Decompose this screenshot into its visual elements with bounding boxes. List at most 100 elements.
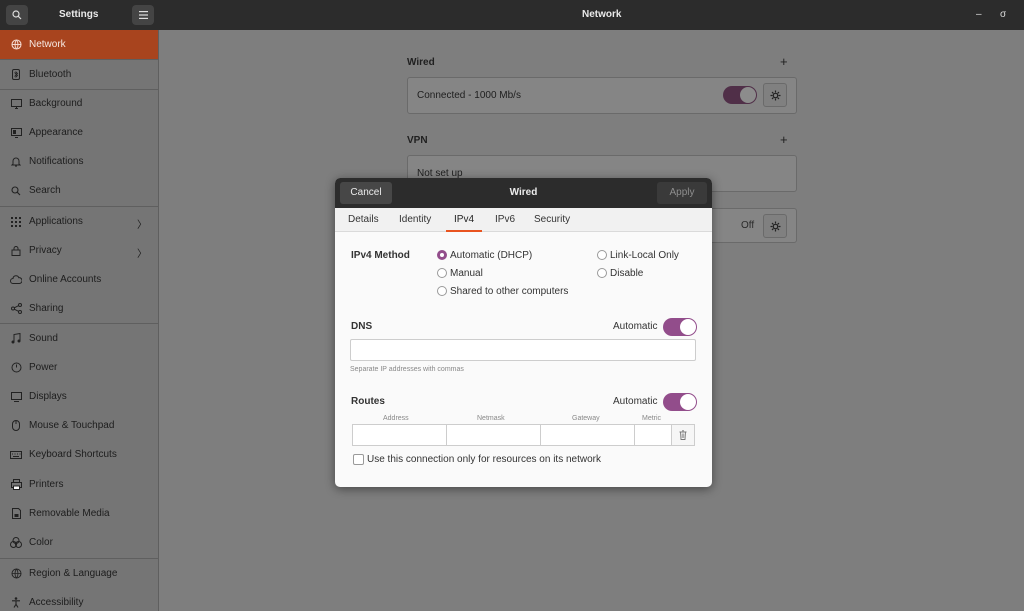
accessibility-icon bbox=[10, 597, 22, 609]
route-address-input[interactable] bbox=[352, 424, 447, 446]
tab-security[interactable]: Security bbox=[534, 208, 570, 232]
tab-ipv4[interactable]: IPv4 bbox=[446, 208, 483, 232]
sidebar-item-label: Sound bbox=[29, 333, 58, 344]
sidebar-item-online-accounts[interactable]: Online Accounts bbox=[0, 265, 158, 294]
cancel-button[interactable]: Cancel bbox=[340, 182, 392, 204]
sidebar-item-label: Sharing bbox=[29, 303, 64, 314]
sidebar-item-mouse-touchpad[interactable]: Mouse & Touchpad bbox=[0, 411, 158, 440]
tab-ipv6[interactable]: IPv6 bbox=[495, 208, 515, 232]
search-icon bbox=[12, 10, 22, 20]
gear-icon bbox=[770, 221, 780, 231]
sidebar-item-label: Appearance bbox=[29, 127, 83, 138]
sidebar-item-label: Color bbox=[29, 537, 53, 548]
wired-settings-button[interactable] bbox=[763, 83, 787, 107]
keyboard-icon bbox=[10, 449, 22, 461]
proxy-settings-button[interactable] bbox=[763, 214, 787, 238]
sidebar-item-sound[interactable]: Sound bbox=[0, 324, 158, 353]
sidebar-item-appearance[interactable]: Appearance bbox=[0, 118, 158, 147]
sidebar-item-label: Applications bbox=[29, 216, 83, 227]
routes-label: Routes bbox=[351, 396, 385, 407]
power-icon bbox=[10, 362, 22, 374]
delete-route-button[interactable] bbox=[671, 424, 695, 446]
sidebar-item-power[interactable]: Power bbox=[0, 353, 158, 382]
bell-icon bbox=[10, 156, 22, 168]
sidebar-item-displays[interactable]: Displays bbox=[0, 382, 158, 411]
sidebar-item-color[interactable]: Color bbox=[0, 528, 158, 557]
sidebar-item-label: Bluetooth bbox=[29, 69, 72, 80]
sidebar-item-notifications[interactable]: Notifications bbox=[0, 147, 158, 176]
sidebar-item-label: Displays bbox=[29, 391, 67, 402]
music-icon bbox=[10, 333, 22, 345]
add-vpn-button[interactable]: + bbox=[780, 132, 788, 147]
hamburger-icon bbox=[138, 11, 148, 19]
wired-heading: Wired bbox=[407, 57, 435, 68]
sidebar-item-keyboard-shortcuts[interactable]: Keyboard Shortcuts bbox=[0, 440, 158, 469]
routes-automatic-toggle[interactable] bbox=[663, 393, 697, 411]
route-gateway-input[interactable] bbox=[540, 424, 635, 446]
dns-hint: Separate IP addresses with commas bbox=[350, 366, 464, 373]
radio-link-local[interactable] bbox=[597, 250, 607, 260]
minimize-button[interactable]: – bbox=[976, 0, 982, 30]
header-bar: Settings Network – σ bbox=[0, 0, 1024, 30]
dns-automatic-label: Automatic bbox=[613, 321, 658, 332]
wired-dialog: Wired Cancel Apply Details Identity IPv4… bbox=[335, 178, 712, 487]
sidebar-item-printers[interactable]: Printers bbox=[0, 470, 158, 499]
sidebar-item-background[interactable]: Background bbox=[0, 89, 158, 118]
radio-disable-label: Disable bbox=[610, 268, 644, 279]
radio-automatic-dhcp-label: Automatic (DHCP) bbox=[450, 250, 533, 261]
sidebar-item-removable-media[interactable]: Removable Media bbox=[0, 499, 158, 528]
search-button[interactable] bbox=[6, 5, 28, 25]
menu-button[interactable] bbox=[132, 5, 154, 25]
dns-label: DNS bbox=[351, 321, 373, 332]
only-resources-label: Use this connection only for resources o… bbox=[367, 454, 601, 465]
sidebar-item-applications[interactable]: Applications 〉 bbox=[0, 207, 158, 236]
dns-input[interactable] bbox=[350, 339, 696, 361]
sidebar-item-search[interactable]: Search bbox=[0, 176, 158, 205]
display-icon bbox=[10, 391, 22, 403]
sidebar-item-label: Removable Media bbox=[29, 508, 110, 519]
apply-button[interactable]: Apply bbox=[657, 182, 707, 204]
chevron-right-icon: 〉 bbox=[137, 249, 147, 260]
wired-panel: Connected - 1000 Mb/s bbox=[407, 77, 797, 114]
grid-icon bbox=[10, 216, 22, 228]
proxy-state: Off bbox=[741, 220, 755, 231]
add-wired-button[interactable]: + bbox=[780, 54, 788, 69]
column-netmask: Netmask bbox=[477, 415, 505, 422]
route-netmask-input[interactable] bbox=[446, 424, 541, 446]
sidebar-item-bluetooth[interactable]: Bluetooth bbox=[0, 60, 158, 89]
sidebar-item-region-language[interactable]: Region & Language bbox=[0, 559, 158, 588]
media-icon bbox=[10, 508, 22, 520]
color-icon bbox=[10, 537, 22, 549]
app-title: Settings bbox=[59, 9, 99, 20]
only-resources-checkbox[interactable] bbox=[353, 454, 364, 465]
column-address: Address bbox=[383, 415, 409, 422]
close-button[interactable]: σ bbox=[1000, 0, 1006, 30]
sidebar-item-label: Notifications bbox=[29, 156, 84, 167]
radio-shared[interactable] bbox=[437, 286, 447, 296]
gear-icon bbox=[770, 90, 780, 100]
tab-details[interactable]: Details bbox=[348, 208, 379, 232]
route-metric-input[interactable] bbox=[634, 424, 672, 446]
column-gateway: Gateway bbox=[572, 415, 600, 422]
radio-link-local-label: Link-Local Only bbox=[610, 250, 679, 261]
wired-toggle[interactable] bbox=[723, 86, 757, 104]
radio-disable[interactable] bbox=[597, 268, 607, 278]
bluetooth-icon bbox=[10, 69, 22, 81]
radio-shared-label: Shared to other computers bbox=[450, 286, 569, 297]
sidebar-item-network[interactable]: Network bbox=[0, 30, 158, 59]
sidebar-item-sharing[interactable]: Sharing bbox=[0, 294, 158, 323]
dialog-tabs: Details Identity IPv4 IPv6 Security bbox=[335, 208, 712, 232]
sidebar-item-privacy[interactable]: Privacy 〉 bbox=[0, 236, 158, 265]
page-title: Network bbox=[582, 9, 622, 20]
radio-manual-label: Manual bbox=[450, 268, 483, 279]
sidebar-item-label: Search bbox=[29, 185, 61, 196]
sidebar-item-accessibility[interactable]: Accessibility bbox=[0, 588, 158, 611]
tab-identity[interactable]: Identity bbox=[399, 208, 431, 232]
radio-manual[interactable] bbox=[437, 268, 447, 278]
ipv4-method-label: IPv4 Method bbox=[351, 250, 410, 261]
dns-automatic-toggle[interactable] bbox=[663, 318, 697, 336]
trash-icon bbox=[679, 430, 687, 440]
lock-icon bbox=[10, 245, 22, 257]
radio-automatic-dhcp[interactable] bbox=[437, 250, 447, 260]
sidebar-item-label: Region & Language bbox=[29, 568, 118, 579]
